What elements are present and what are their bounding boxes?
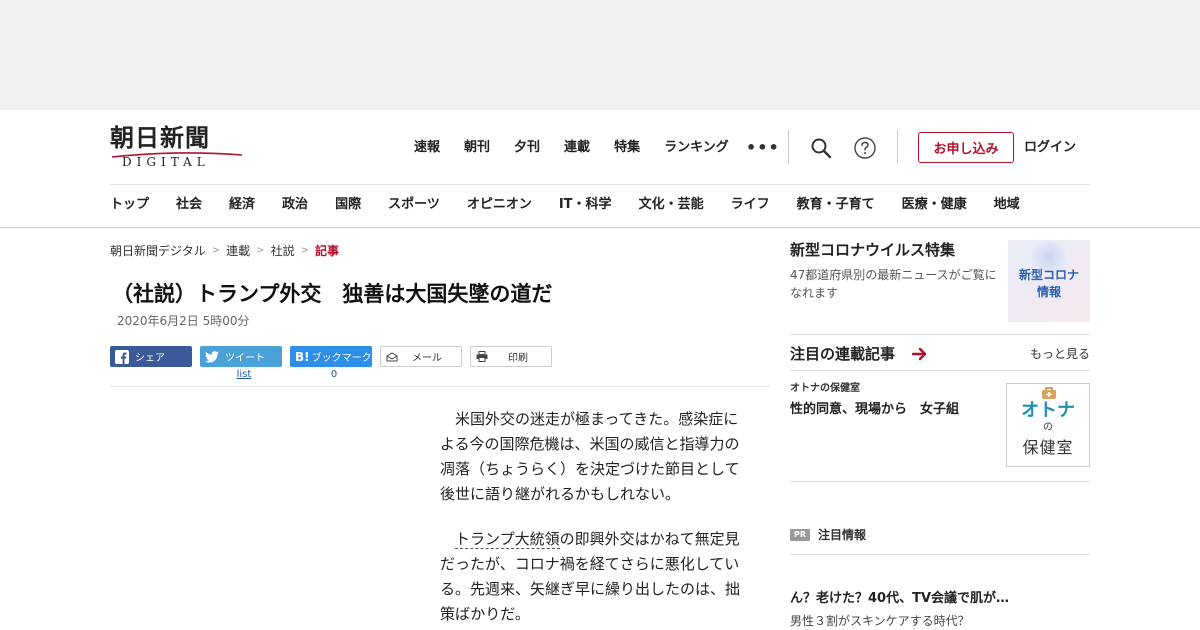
header-divider-2 xyxy=(897,130,898,164)
pr-badge: PR xyxy=(790,529,810,541)
cat-it-science[interactable]: IT・科学 xyxy=(559,193,612,217)
first-aid-bag-icon xyxy=(1042,387,1056,399)
cat-international[interactable]: 国際 xyxy=(335,193,361,217)
cat-education[interactable]: 教育・子育て xyxy=(797,193,875,217)
cat-culture[interactable]: 文化・芸能 xyxy=(639,193,704,217)
site-logo[interactable]: 朝日新聞 DIGITAL xyxy=(110,124,242,170)
article-title: （社説）トランプ外交 独善は大国失墜の道だ xyxy=(112,282,553,306)
mail-share-button[interactable]: メール xyxy=(380,346,462,367)
sidebar-rule-4 xyxy=(790,554,1090,555)
header-rule xyxy=(110,184,1090,185)
twitter-icon xyxy=(205,350,219,363)
pr-subheadline: 男性３割がスキンケアする時代？ xyxy=(790,614,970,628)
featured-serial-title[interactable]: 注目の連載記事 xyxy=(790,344,895,364)
nav-rensai[interactable]: 連載 xyxy=(564,136,590,160)
arrow-right-icon xyxy=(912,347,927,361)
cat-life[interactable]: ライフ xyxy=(731,193,770,217)
serial-headline[interactable]: 性的同意、現場から 女子組 xyxy=(790,400,959,420)
mail-share-label: メール xyxy=(412,353,442,364)
facebook-icon xyxy=(115,349,129,364)
hatena-bookmark-button[interactable]: B! ブックマーク xyxy=(290,346,372,367)
mail-icon xyxy=(386,351,398,362)
subscribe-button[interactable]: お申し込み xyxy=(918,132,1014,163)
help-icon[interactable] xyxy=(853,136,877,160)
covid-feature-description: 47都道府県別の最新ニュースがご覧になれます xyxy=(790,268,997,300)
breadcrumb-current: 記事 xyxy=(314,244,339,258)
sidebar-rule xyxy=(790,334,1090,335)
breadcrumb-separator-icon: > xyxy=(300,245,309,256)
pr-section-title: 注目情報 xyxy=(818,528,867,542)
otona-hokenshitsu-thumbnail[interactable]: オトナ の 保健室 xyxy=(1006,383,1090,467)
twitter-share-button[interactable]: ツイート xyxy=(200,346,282,367)
covid-thumbnail-label-line-2: 情報 xyxy=(1036,285,1061,299)
cat-opinion[interactable]: オピニオン xyxy=(467,193,532,217)
otona-title: オトナ xyxy=(1021,400,1075,421)
advertisement-banner xyxy=(0,0,1200,110)
cat-local[interactable]: 地域 xyxy=(994,193,1020,217)
twitter-share-count[interactable]: list xyxy=(203,369,285,381)
logo-main-text: 朝日新聞 xyxy=(110,123,210,152)
login-link[interactable]: ログイン xyxy=(1024,137,1076,159)
twitter-share-label: ツイート xyxy=(225,353,265,364)
covid-thumbnail-label-line-1: 新型コロナ xyxy=(1018,268,1079,282)
covid-feature-title[interactable]: 新型コロナウイルス特集 xyxy=(790,240,955,260)
nav-tokushu[interactable]: 特集 xyxy=(614,136,640,160)
share-bottom-rule xyxy=(110,386,770,387)
article-paragraph-2: トランプ大統領の即興外交はかねて無定見だったが、コロナ禍を経てさらに悪化している… xyxy=(440,527,750,627)
otona-particle: の xyxy=(1043,422,1053,433)
more-menu-icon[interactable]: ••• xyxy=(746,138,780,158)
breadcrumb: 朝日新聞デジタル > 連載 > 社説 > 記事 xyxy=(110,242,339,260)
sidebar-rule-3 xyxy=(790,481,1090,482)
otona-subtitle: 保健室 xyxy=(1022,438,1074,457)
header-divider xyxy=(788,130,789,164)
keyword-link-trump[interactable]: トランプ大統領 xyxy=(455,530,560,549)
covid-thumbnail-label: 新型コロナ 情報 xyxy=(1008,267,1090,301)
breadcrumb-separator-icon: > xyxy=(256,245,265,256)
logo-sub-text: DIGITAL xyxy=(122,155,210,169)
article-paragraph-1: 米国外交の迷走が極まってきた。感染症による今の国際危機は、米国の威信と指導力の凋… xyxy=(440,410,740,503)
cat-society[interactable]: 社会 xyxy=(176,193,202,217)
breadcrumb-shasetsu[interactable]: 社説 xyxy=(271,242,295,260)
hatena-bookmark-count: 0 xyxy=(330,369,338,380)
nav-chokan[interactable]: 朝刊 xyxy=(464,136,490,160)
nav-ranking[interactable]: ランキング xyxy=(664,136,729,160)
see-more-link[interactable]: もっと見る xyxy=(1030,346,1090,362)
nav-sokuho[interactable]: 速報 xyxy=(414,136,440,160)
cat-top[interactable]: トップ xyxy=(110,193,149,217)
cat-health[interactable]: 医療・健康 xyxy=(902,193,967,217)
facebook-share-label: シェア xyxy=(135,353,165,364)
pr-headline[interactable]: ん？老けた？40代、TV会議で肌が… xyxy=(790,590,1009,608)
search-icon[interactable] xyxy=(809,136,833,160)
print-button[interactable]: 印刷 xyxy=(470,346,552,367)
breadcrumb-rensai[interactable]: 連載 xyxy=(226,242,250,260)
breadcrumb-home[interactable]: 朝日新聞デジタル xyxy=(110,242,206,260)
covid-feature-thumbnail[interactable]: 新型コロナ 情報 xyxy=(1008,240,1090,322)
serial-category: オトナの保健室 xyxy=(790,383,860,394)
cat-sports[interactable]: スポーツ xyxy=(388,193,440,217)
cat-politics[interactable]: 政治 xyxy=(282,193,308,217)
article-date: 2020年6月2日 5時00分 xyxy=(117,314,250,328)
print-label: 印刷 xyxy=(508,353,528,364)
hatena-bookmark-label: ブックマーク xyxy=(311,353,372,364)
sidebar-rule-2 xyxy=(790,370,1090,371)
cat-economy[interactable]: 経済 xyxy=(229,193,255,217)
category-nav: トップ 社会 経済 政治 国際 スポーツ オピニオン IT・科学 文化・芸能 ラ… xyxy=(110,193,1020,217)
hatena-bookmark-icon: B! xyxy=(295,349,310,364)
breadcrumb-separator-icon: > xyxy=(211,245,221,256)
nav-bottom-rule xyxy=(0,227,1200,228)
facebook-share-button[interactable]: シェア xyxy=(110,346,192,367)
nav-yukan[interactable]: 夕刊 xyxy=(514,136,540,160)
print-icon xyxy=(476,351,488,362)
header-nav: 速報 朝刊 夕刊 連載 特集 ランキング xyxy=(414,136,753,160)
paragraph-indent xyxy=(440,530,455,548)
